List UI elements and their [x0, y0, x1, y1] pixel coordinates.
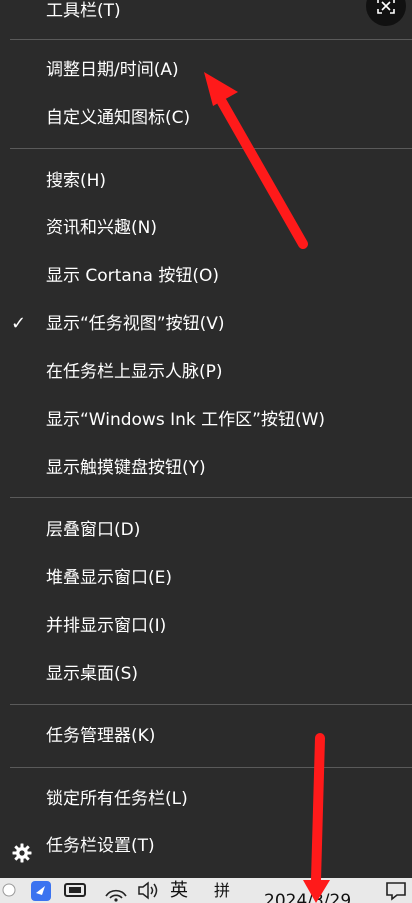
menu-item-label: 锁定所有任务栏(L) — [46, 789, 188, 809]
menu-item-side-by-side-windows[interactable]: 并排显示窗口(I) — [0, 604, 412, 648]
taskbar: 英 拼 2024/3/29 — [0, 878, 412, 903]
menu-separator — [10, 704, 412, 705]
menu-item-label: 自定义通知图标(C) — [46, 108, 191, 128]
wifi-icon[interactable] — [104, 878, 128, 903]
volume-icon[interactable] — [136, 878, 160, 903]
clock-date[interactable]: 2024/3/29 — [264, 889, 351, 903]
menu-item-cascade-windows[interactable]: 层叠窗口(D) — [0, 508, 412, 552]
menu-item-label: 显示“Windows Ink 工作区”按钮(W) — [46, 410, 326, 430]
menu-item-lock-all-taskbars[interactable]: 锁定所有任务栏(L) — [0, 777, 412, 821]
checkmark-icon: ✓ — [11, 313, 27, 334]
menu-item-label: 工具栏(T) — [46, 1, 121, 21]
menu-separator — [10, 39, 412, 40]
menu-separator — [10, 148, 412, 149]
menu-item-label: 任务管理器(K) — [46, 726, 156, 746]
menu-item-label: 搜索(H) — [46, 171, 107, 191]
menu-item-label: 堆叠显示窗口(E) — [46, 568, 173, 588]
menu-item-task-manager[interactable]: 任务管理器(K) — [0, 714, 412, 758]
menu-item-label: 任务栏设置(T) — [46, 836, 155, 856]
menu-item-label: 显示 Cortana 按钮(O) — [46, 266, 219, 286]
menu-item-stack-windows[interactable]: 堆叠显示窗口(E) — [0, 556, 412, 600]
gear-icon — [12, 836, 32, 863]
menu-item-label: 显示桌面(S) — [46, 664, 139, 684]
screen: 工具栏(T) 调整日期/时间(A) 自定义通知图标(C) 搜索(H) 资讯和兴趣… — [0, 0, 412, 903]
wechat-tray-icon[interactable] — [2, 878, 16, 903]
menu-separator — [10, 767, 412, 768]
input-language-indicator[interactable]: 英 — [170, 878, 188, 903]
menu-item-label: 显示触摸键盘按钮(Y) — [46, 458, 206, 478]
notification-center-icon[interactable] — [384, 878, 408, 903]
taskbar-context-menu: 工具栏(T) 调整日期/时间(A) 自定义通知图标(C) 搜索(H) 资讯和兴趣… — [0, 0, 412, 878]
menu-item-label: 并排显示窗口(I) — [46, 616, 167, 636]
feishu-tray-icon[interactable] — [30, 878, 52, 903]
menu-item-label: 层叠窗口(D) — [46, 520, 141, 540]
menu-item-show-windows-ink-button[interactable]: 显示“Windows Ink 工作区”按钮(W) — [0, 398, 412, 442]
menu-item-customize-notification-icons[interactable]: 自定义通知图标(C) — [0, 96, 412, 140]
menu-item-label: 资讯和兴趣(N) — [46, 218, 157, 238]
device-tray-icon[interactable] — [62, 878, 88, 903]
menu-item-label: 在任务栏上显示人脉(P) — [46, 362, 223, 382]
ime-mode-indicator[interactable]: 拼 — [214, 878, 230, 903]
menu-item-show-people[interactable]: 在任务栏上显示人脉(P) — [0, 350, 412, 394]
menu-item-show-task-view-button[interactable]: ✓ 显示“任务视图”按钮(V) — [0, 302, 412, 346]
menu-item-search[interactable]: 搜索(H) — [0, 159, 412, 203]
menu-item-news-and-interests[interactable]: 资讯和兴趣(N) — [0, 206, 412, 250]
menu-item-toolbars[interactable]: 工具栏(T) — [0, 0, 412, 33]
menu-item-label: 调整日期/时间(A) — [46, 60, 179, 80]
menu-separator — [10, 497, 412, 498]
menu-item-taskbar-settings[interactable]: 任务栏设置(T) — [0, 824, 412, 868]
menu-item-show-desktop[interactable]: 显示桌面(S) — [0, 652, 412, 696]
menu-item-show-touch-keyboard-button[interactable]: 显示触摸键盘按钮(Y) — [0, 446, 412, 490]
menu-item-label: 显示“任务视图”按钮(V) — [46, 314, 225, 334]
menu-item-adjust-date-time[interactable]: 调整日期/时间(A) — [0, 48, 412, 92]
menu-item-show-cortana-button[interactable]: 显示 Cortana 按钮(O) — [0, 254, 412, 298]
